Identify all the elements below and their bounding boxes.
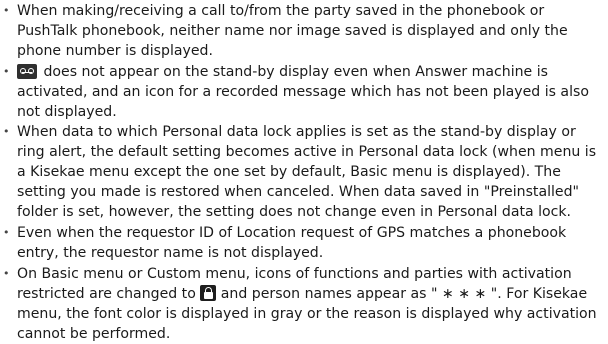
list-item-text: does not appear on the stand-by display … xyxy=(17,63,589,120)
list-item-text: When making/receiving a call to/from the… xyxy=(17,3,568,59)
list-item-text: Even when the requestor ID of Location r… xyxy=(17,224,567,261)
answer-machine-icon xyxy=(17,63,37,79)
list-item-personal-data-lock: When data to which Personal data lock ap… xyxy=(3,122,604,223)
lock-icon xyxy=(200,284,217,301)
list-item-answer-machine: does not appear on the stand-by display … xyxy=(3,62,604,123)
document-page: When making/receiving a call to/from the… xyxy=(0,0,608,341)
list-item-call-display: When making/receiving a call to/from the… xyxy=(3,1,604,62)
list-item-text: When data to which Personal data lock ap… xyxy=(17,124,597,221)
list-item-gps-requestor: Even when the requestor ID of Location r… xyxy=(3,223,604,264)
bullet-list: When making/receiving a call to/from the… xyxy=(3,1,604,344)
list-item-restricted-icons: On Basic menu or Custom menu, icons of f… xyxy=(3,264,604,344)
